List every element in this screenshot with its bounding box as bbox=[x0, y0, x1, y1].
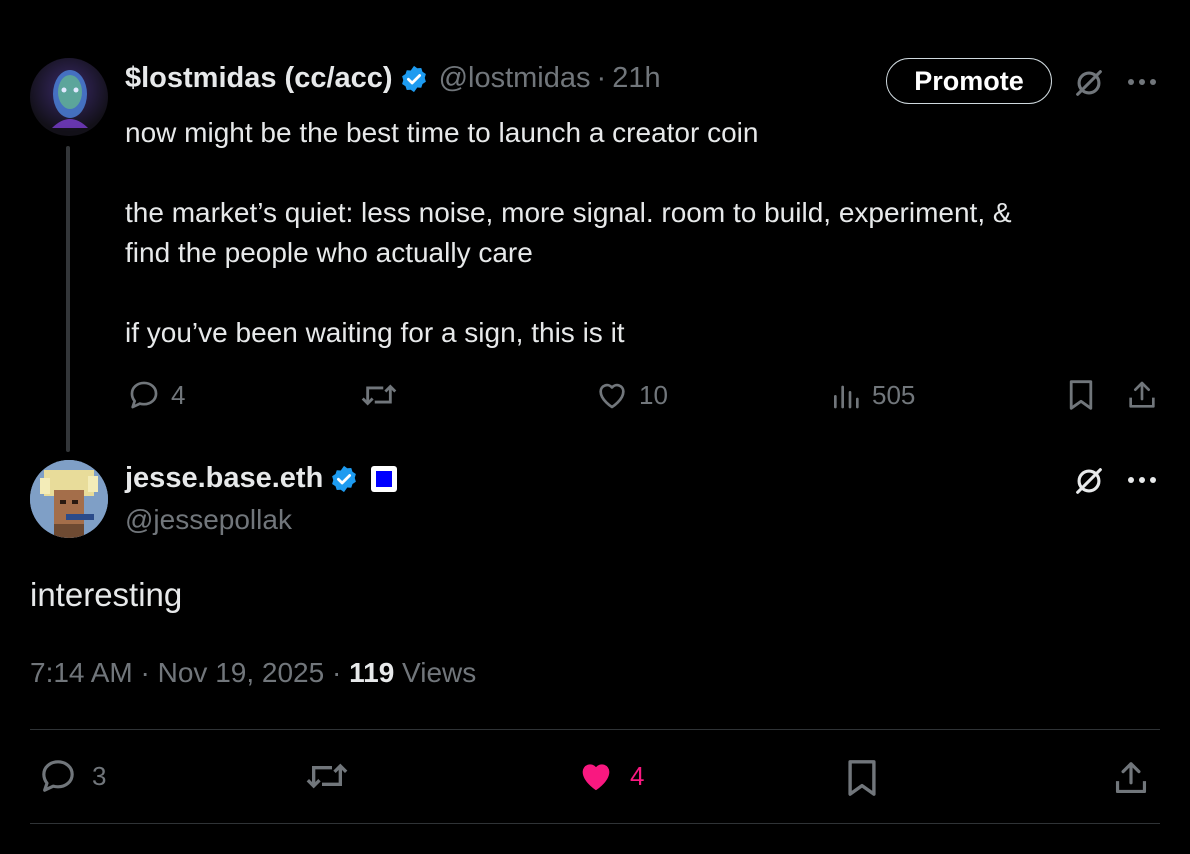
tweet2-meta: 7:14 AM · Nov 19, 2025 · 119 Views bbox=[30, 657, 476, 689]
divider bbox=[30, 729, 1160, 730]
bookmark-icon[interactable] bbox=[842, 756, 882, 800]
tweet2-handle[interactable]: @jessepollak bbox=[125, 504, 292, 536]
share-icon[interactable] bbox=[1124, 376, 1160, 414]
grok-icon[interactable] bbox=[1070, 462, 1108, 500]
repost-icon bbox=[361, 384, 397, 406]
like-icon bbox=[599, 383, 625, 409]
repost-icon bbox=[306, 763, 348, 789]
tweet1-time[interactable]: 21h bbox=[612, 62, 660, 95]
tweet1-view-count: 505 bbox=[872, 379, 916, 410]
tweet2-view-count: 119 bbox=[349, 657, 395, 688]
separator-dot: · bbox=[596, 62, 607, 94]
tweet1-views-button[interactable]: 505 bbox=[830, 378, 915, 412]
tweet1-line: if you’ve been waiting for a sign, this … bbox=[125, 317, 625, 348]
tweet2-repost-button[interactable] bbox=[304, 756, 350, 796]
tweet1-line: find the people who actually care bbox=[125, 237, 533, 268]
reply-icon bbox=[42, 760, 74, 792]
tweet1-like-button[interactable]: 10 bbox=[595, 378, 668, 412]
tweet1-header: $lostmidas (cc/acc) @lostmidas · 21h bbox=[125, 62, 661, 95]
verified-badge-icon bbox=[329, 464, 359, 494]
tweet2-views-label: Views bbox=[402, 657, 477, 688]
tweet2-time[interactable]: 7:14 AM bbox=[30, 657, 133, 688]
more-icon[interactable] bbox=[1124, 64, 1160, 100]
bookmark-icon[interactable] bbox=[1064, 376, 1098, 414]
tweet2-reply-button[interactable]: 3 bbox=[38, 756, 106, 796]
affiliate-badge-icon[interactable] bbox=[371, 465, 398, 492]
like-icon bbox=[582, 764, 610, 791]
tweet1-line: the market’s quiet: less noise, more sig… bbox=[125, 197, 1012, 228]
reply-icon bbox=[130, 381, 158, 409]
tweet1-reply-count: 4 bbox=[171, 379, 186, 410]
share-icon[interactable] bbox=[1110, 756, 1152, 800]
thread-line bbox=[66, 146, 70, 452]
tweet1-like-count: 10 bbox=[639, 379, 668, 410]
tweet2-header: jesse.base.eth bbox=[125, 462, 398, 495]
separator-dot: · bbox=[140, 657, 150, 688]
promote-button[interactable]: Promote bbox=[886, 58, 1052, 104]
tweet1-display-name[interactable]: $lostmidas (cc/acc) bbox=[125, 62, 393, 95]
tweet1-body: now might be the best time to launch a c… bbox=[125, 113, 1135, 353]
tweet2-date[interactable]: Nov 19, 2025 bbox=[158, 657, 325, 688]
separator-dot: · bbox=[331, 657, 342, 688]
views-icon bbox=[834, 385, 859, 409]
tweet1-handle[interactable]: @lostmidas bbox=[439, 62, 591, 95]
tweet1-blank-line bbox=[125, 273, 1135, 313]
tweet2-reply-count: 3 bbox=[92, 760, 107, 791]
tweet2-text: interesting bbox=[30, 576, 183, 613]
tweet1-repost-button[interactable] bbox=[360, 378, 398, 412]
avatar-jessepollak[interactable] bbox=[30, 460, 108, 538]
tweet2-display-name[interactable]: jesse.base.eth bbox=[125, 462, 323, 495]
tweet1-blank-line bbox=[125, 153, 1135, 193]
tweet1-line: now might be the best time to launch a c… bbox=[125, 117, 759, 148]
verified-badge-icon bbox=[399, 64, 429, 94]
more-icon[interactable] bbox=[1124, 462, 1160, 498]
tweet2-like-count: 4 bbox=[630, 760, 645, 791]
grok-icon[interactable] bbox=[1070, 64, 1108, 102]
tweet1-reply-button[interactable]: 4 bbox=[127, 378, 185, 412]
divider bbox=[30, 823, 1160, 824]
tweet2-like-button[interactable]: 4 bbox=[576, 756, 644, 796]
avatar-lostmidas[interactable] bbox=[30, 58, 108, 136]
